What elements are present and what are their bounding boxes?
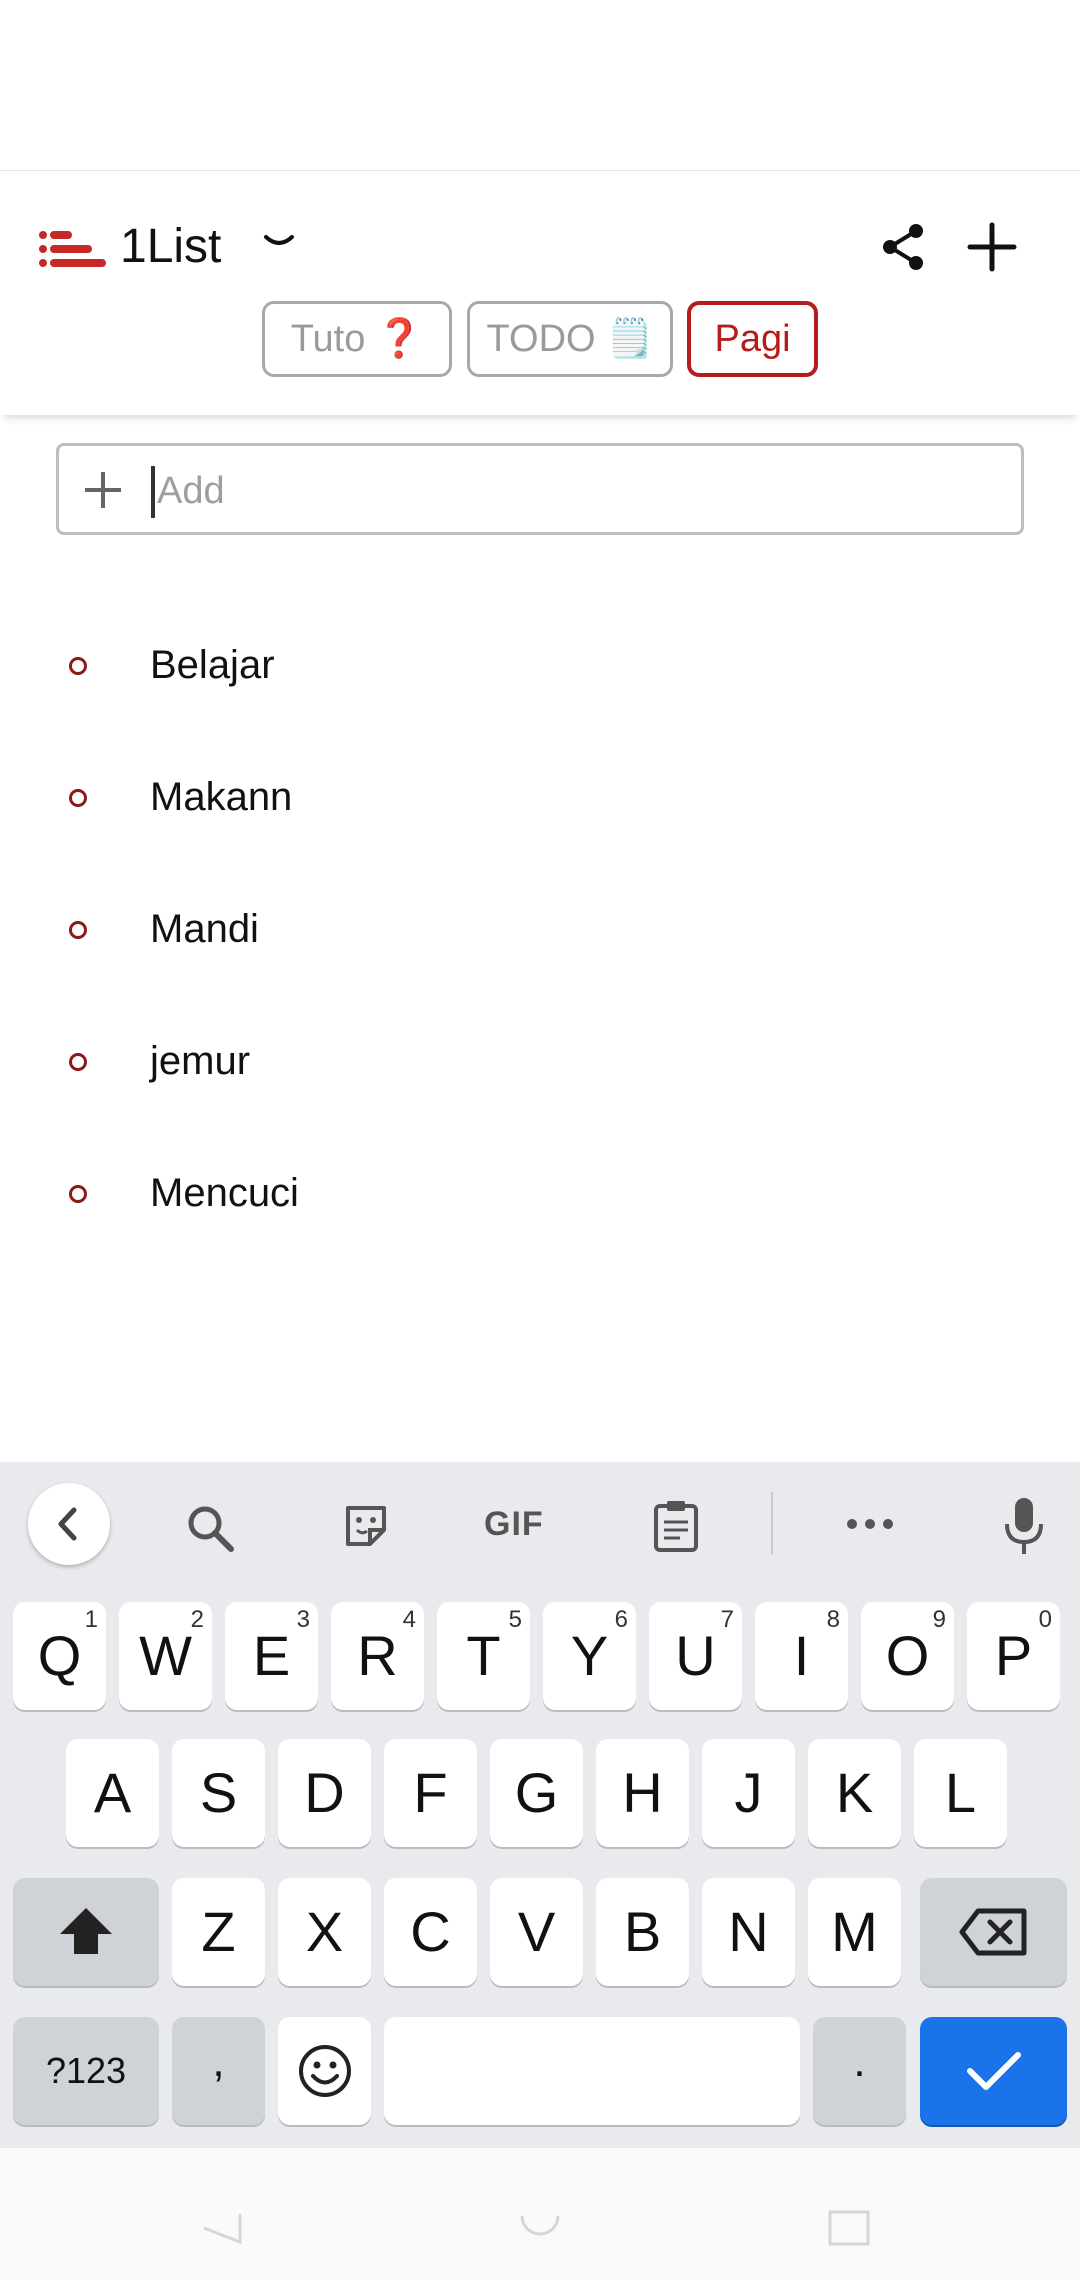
key-g[interactable]: G: [490, 1739, 583, 1847]
microphone-icon[interactable]: [1000, 1496, 1048, 1556]
symbols-key[interactable]: ?123: [13, 2017, 159, 2125]
add-list-icon[interactable]: [966, 221, 1018, 273]
key-w[interactable]: W2: [119, 1602, 212, 1710]
home-nav-icon[interactable]: [518, 2208, 562, 2248]
key-u[interactable]: U7: [649, 1602, 742, 1710]
add-item-input[interactable]: [155, 456, 999, 526]
key-n[interactable]: N: [702, 1878, 795, 1986]
system-nav-bar: [0, 2148, 1080, 2280]
soft-keyboard: GIF Q1 W2 E3 R4 T5 Y6 U7 I8 O9 P0 A S D …: [0, 1462, 1080, 2148]
add-item-box[interactable]: [56, 443, 1024, 535]
share-icon[interactable]: [878, 221, 930, 273]
toolbar-divider: [771, 1492, 773, 1554]
bullet-circle-icon[interactable]: [69, 1185, 87, 1203]
key-v[interactable]: V: [490, 1878, 583, 1986]
app-logo-icon: [39, 231, 106, 267]
bullet-circle-icon[interactable]: [69, 657, 87, 675]
item-label: Belajar: [150, 643, 275, 687]
key-c[interactable]: C: [384, 1878, 477, 1986]
key-i[interactable]: I8: [755, 1602, 848, 1710]
bullet-circle-icon[interactable]: [69, 1053, 87, 1071]
bullet-circle-icon[interactable]: [69, 789, 87, 807]
chevron-left-icon: [58, 1507, 77, 1541]
tab-pagi[interactable]: Pagi: [687, 301, 818, 377]
clipboard-icon[interactable]: [650, 1498, 702, 1554]
recents-nav-icon[interactable]: [826, 2208, 872, 2248]
item-label: Mandi: [150, 907, 259, 951]
key-m[interactable]: M: [808, 1878, 901, 1986]
list-item[interactable]: Makann: [0, 733, 1080, 865]
backspace-key[interactable]: [920, 1878, 1067, 1986]
emoji-icon: [298, 2045, 351, 2097]
emoji-key[interactable]: [278, 2017, 371, 2125]
key-q[interactable]: Q1: [13, 1602, 106, 1710]
space-key[interactable]: [384, 2017, 800, 2125]
key-l[interactable]: L: [914, 1739, 1007, 1847]
key-z[interactable]: Z: [172, 1878, 265, 1986]
key-j[interactable]: J: [702, 1739, 795, 1847]
search-icon[interactable]: [184, 1502, 238, 1556]
list-item[interactable]: Belajar: [0, 601, 1080, 733]
item-label: Mencuci: [150, 1171, 299, 1215]
key-b[interactable]: B: [596, 1878, 689, 1986]
key-r[interactable]: R4: [331, 1602, 424, 1710]
tab-todo[interactable]: TODO 🗒️: [467, 301, 673, 377]
list-item[interactable]: Mencuci: [0, 1129, 1080, 1261]
keyboard-back-button[interactable]: [28, 1483, 110, 1565]
gif-button[interactable]: GIF: [484, 1500, 544, 1548]
key-f[interactable]: F: [384, 1739, 477, 1847]
item-label: jemur: [150, 1039, 251, 1083]
plus-icon[interactable]: [81, 468, 125, 512]
key-y[interactable]: Y6: [543, 1602, 636, 1710]
chevron-down-icon[interactable]: [262, 229, 296, 253]
key-e[interactable]: E3: [225, 1602, 318, 1710]
app-header: 1List Tuto ❓ TODO 🗒️ Pagi: [0, 170, 1080, 415]
enter-key[interactable]: [920, 2017, 1067, 2125]
period-key[interactable]: .: [813, 2017, 906, 2125]
key-h[interactable]: H: [596, 1739, 689, 1847]
key-o[interactable]: O9: [861, 1602, 954, 1710]
item-label: Makann: [150, 775, 293, 819]
key-k[interactable]: K: [808, 1739, 901, 1847]
list-title[interactable]: 1List: [120, 217, 221, 277]
comma-key[interactable]: ,: [172, 2017, 265, 2125]
checkmark-icon: [966, 2052, 1021, 2090]
key-s[interactable]: S: [172, 1739, 265, 1847]
sticker-icon[interactable]: [340, 1500, 392, 1552]
list-item[interactable]: jemur: [0, 997, 1080, 1129]
list-item[interactable]: Mandi: [0, 865, 1080, 997]
key-t[interactable]: T5: [437, 1602, 530, 1710]
more-icon[interactable]: [844, 1516, 896, 1532]
tab-tuto[interactable]: Tuto ❓: [262, 301, 452, 377]
key-p[interactable]: P0: [967, 1602, 1060, 1710]
shift-arrow-icon: [60, 1908, 112, 1954]
key-d[interactable]: D: [278, 1739, 371, 1847]
shift-key[interactable]: [13, 1878, 159, 1986]
bullet-circle-icon[interactable]: [69, 921, 87, 939]
key-a[interactable]: A: [66, 1739, 159, 1847]
key-x[interactable]: X: [278, 1878, 371, 1986]
backspace-icon: [959, 1908, 1026, 1956]
back-nav-icon[interactable]: [200, 2210, 244, 2246]
keyboard-toolbar: GIF: [0, 1462, 1080, 1586]
